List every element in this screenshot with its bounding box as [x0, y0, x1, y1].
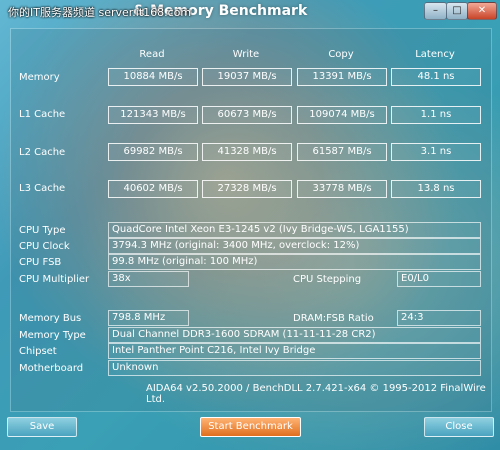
cpu-stepping-label: CPU Stepping — [293, 274, 362, 285]
l3-write: 27328 MB/s — [202, 180, 292, 198]
l1-write: 60673 MB/s — [202, 106, 292, 124]
cpu-clock-label: CPU Clock — [19, 241, 70, 252]
l1-read: 121343 MB/s — [108, 106, 198, 124]
memory-read: 10884 MB/s — [108, 68, 198, 86]
cpu-stepping-value: E0/L0 — [397, 271, 481, 287]
minimize-icon: – — [433, 5, 438, 16]
close-button[interactable]: Close — [424, 417, 494, 437]
dram-ratio-value: 24:3 — [397, 310, 481, 326]
cpu-multiplier-label: CPU Multiplier — [19, 274, 90, 285]
row-label-l3: L3 Cache — [19, 183, 66, 194]
memory-latency: 48.1 ns — [391, 68, 481, 86]
column-header-read: Read — [139, 49, 165, 60]
start-benchmark-button[interactable]: Start Benchmark — [200, 417, 301, 437]
l2-read: 69982 MB/s — [108, 143, 198, 161]
l1-copy: 109074 MB/s — [297, 106, 387, 124]
save-button[interactable]: Save — [7, 417, 77, 437]
row-label-l2: L2 Cache — [19, 147, 66, 158]
watermark-text: 你的IT服务器频道 server.it168.com — [8, 6, 192, 19]
motherboard-value: Unknown — [108, 360, 481, 376]
cpu-fsb-label: CPU FSB — [19, 257, 62, 268]
memory-type-value: Dual Channel DDR3-1600 SDRAM (11-11-11-2… — [108, 327, 481, 343]
memory-bus-value: 798.8 MHz — [108, 310, 189, 326]
l2-copy: 61587 MB/s — [297, 143, 387, 161]
memory-type-label: Memory Type — [19, 330, 86, 341]
cpu-fsb-value: 99.8 MHz (original: 100 MHz) — [108, 254, 481, 270]
row-label-memory: Memory — [19, 72, 60, 83]
row-label-l1: L1 Cache — [19, 109, 66, 120]
close-icon: ✕ — [477, 5, 487, 16]
benchmark-window: & Memory Benchmark 你的IT服务器频道 server.it16… — [0, 0, 500, 450]
chipset-label: Chipset — [19, 346, 57, 357]
minimize-button[interactable]: – — [424, 2, 447, 20]
cpu-multiplier-value: 38x — [108, 271, 189, 287]
column-header-write: Write — [232, 49, 260, 60]
version-info: AIDA64 v2.50.2000 / BenchDLL 2.7.421-x64… — [146, 383, 486, 405]
l1-latency: 1.1 ns — [391, 106, 481, 124]
memory-copy: 13391 MB/s — [297, 68, 387, 86]
cpu-type-value: QuadCore Intel Xeon E3-1245 v2 (Ivy Brid… — [108, 222, 481, 238]
l3-copy: 33778 MB/s — [297, 180, 387, 198]
close-window-button[interactable]: ✕ — [467, 2, 497, 20]
column-header-copy: Copy — [328, 49, 354, 60]
cpu-clock-value: 3794.3 MHz (original: 3400 MHz, overcloc… — [108, 238, 481, 254]
memory-write: 19037 MB/s — [202, 68, 292, 86]
maximize-icon: □ — [452, 5, 462, 16]
maximize-button[interactable]: □ — [446, 2, 468, 20]
l2-latency: 3.1 ns — [391, 143, 481, 161]
l2-write: 41328 MB/s — [202, 143, 292, 161]
cpu-type-label: CPU Type — [19, 225, 66, 236]
l3-latency: 13.8 ns — [391, 180, 481, 198]
dram-ratio-label: DRAM:FSB Ratio — [293, 313, 374, 324]
motherboard-label: Motherboard — [19, 363, 84, 374]
chipset-value: Intel Panther Point C216, Intel Ivy Brid… — [108, 343, 481, 359]
l3-read: 40602 MB/s — [108, 180, 198, 198]
column-header-latency: Latency — [415, 49, 455, 60]
memory-bus-label: Memory Bus — [19, 313, 82, 324]
